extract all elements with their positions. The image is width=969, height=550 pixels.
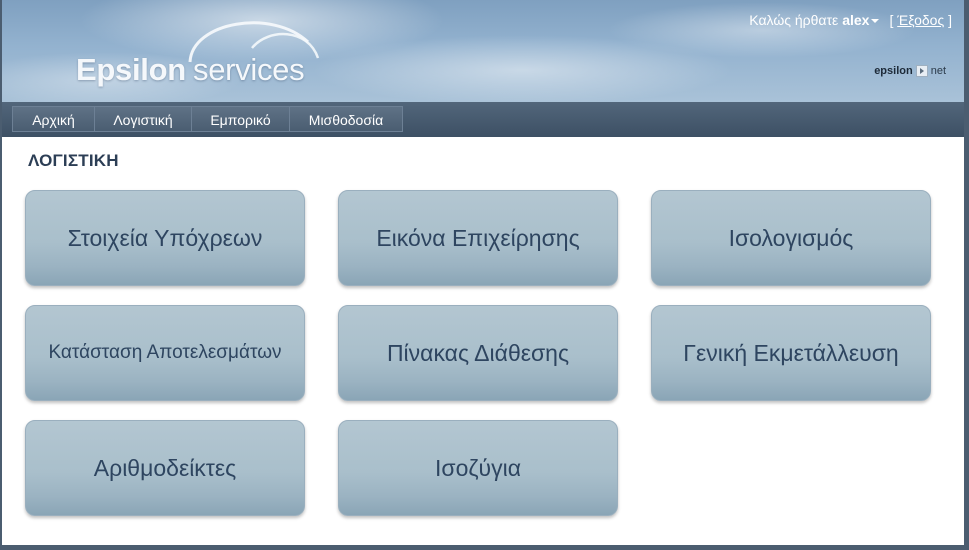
logout-link[interactable]: Έξοδος [897, 12, 944, 28]
logo-word-epsilon: Epsilon [76, 52, 186, 87]
tile-trial-balances[interactable]: Ισοζύγια [338, 420, 618, 516]
welcome-text: Καλώς ήρθατε [749, 12, 839, 28]
logout-bracket-open: [ [889, 12, 894, 28]
user-bar: Καλώς ήρθατε alex [ Έξοδος ] [749, 12, 952, 28]
app-window: Epsilon services Καλώς ήρθατε alex [ Έξοδ… [2, 0, 964, 545]
epsilon-net-brand: epsilon net [874, 65, 946, 78]
page-title: ΛΟΓΙΣΤΙΚΗ [28, 151, 119, 170]
main-nav: Αρχική Λογιστική Εμπορικό Μισθοδοσία [2, 102, 964, 137]
logout-bracket-close: ] [948, 12, 952, 28]
tile-income-statement[interactable]: Κατάσταση Αποτελεσμάτων [25, 305, 305, 401]
tab-payroll[interactable]: Μισθοδοσία [289, 106, 403, 132]
username-menu[interactable]: alex [842, 12, 869, 28]
brand-net: net [930, 65, 946, 77]
tile-distribution-table[interactable]: Πίνακας Διάθεσης [338, 305, 618, 401]
brand-epsilon: epsilon [874, 65, 913, 77]
caret-down-icon[interactable] [871, 19, 880, 24]
header-banner: Epsilon services Καλώς ήρθατε alex [ Έξοδ… [2, 0, 964, 102]
play-arrow-icon [915, 65, 928, 78]
tile-obligor-details[interactable]: Στοιχεία Υπόχρεων [25, 190, 305, 286]
tile-general-operation[interactable]: Γενική Εκμετάλλευση [651, 305, 931, 401]
tile-ratios[interactable]: Αριθμοδείκτες [25, 420, 305, 516]
tab-accounting[interactable]: Λογιστική [94, 106, 192, 132]
tab-commercial[interactable]: Εμπορικό [191, 106, 290, 132]
tile-balance-sheet[interactable]: Ισολογισμός [651, 190, 931, 286]
tile-business-overview[interactable]: Εικόνα Επιχείρησης [338, 190, 618, 286]
logo-word-services: services [193, 52, 305, 87]
epsilon-services-logo[interactable]: Epsilon services [72, 12, 332, 92]
tab-home[interactable]: Αρχική [12, 106, 95, 132]
